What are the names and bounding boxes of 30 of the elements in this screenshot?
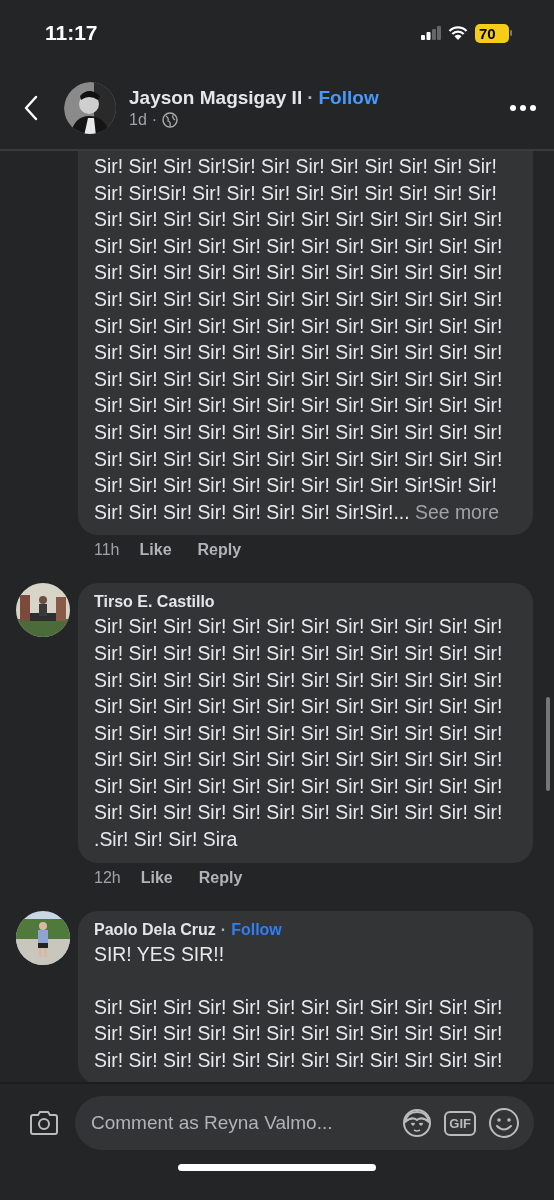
comment-time: 12h — [94, 868, 121, 887]
wifi-icon — [448, 25, 468, 41]
like-button[interactable]: Like — [139, 541, 172, 560]
globe-icon — [162, 111, 179, 128]
comment-text: Sir! Sir! Sir! Sir!Sir! Sir! Sir! Sir! Sir! Sir! Sir! Sir! Sir! Sir!Sir! Sir! Sir! Sir! Sir! Sir! Sir! Sir! Sir! Sir! Sir! Sir! Sir! Sir! Sir! Sir! Sir! Sir! Sir! Sir! Sir! Sir! Sir! Sir! Sir! Sir! Sir! Sir! Sir! Sir! Sir! Sir! Sir! Sir! Sir! Sir! Sir! Sir! Sir! Sir! Sir! Sir! Sir! Sir! Sir! Sir! Sir! Sir! Sir! Sir! Sir! Sir! Sir! Sir! Sir! Sir! Sir! Sir! Sir! Sir! Sir! Sir! Sir! Sir! Sir! Sir! Sir! Sir! Sir! Sir! Sir! Sir! Sir! Sir! Sir! Sir! Sir! Sir! Sir! Sir! Sir! Sir! Sir! Sir! Sir! Sir! Sir! Sir! Sir! Sir! Sir! Sir! Sir! Sir! Sir! Sir! Sir! Sir! Sir! Sir! Sir! Sir! Sir! Sir! Sir! Sir! Sir! Sir! Sir! Sir! Sir! Sir! Sir! Sir! Sir! Sir! Sir! Sir! Sir! Sir! Sir! Sir! Sir! Sir! Sir! Sir! Sir! Sir! Sir! Sir! Sir! Sir! Sir! Sir! Sir! Sir! Sir! Sir! Sir! Sir!Sir! Sir! Sir! Sir! Sir! Sir! Sir! Sir! Sir! Sir!Sir!... See more — [94, 154, 504, 525]
comment-text: Sir! Sir! Sir! Sir! Sir! Sir! Sir! Sir! Sir! Sir! Sir! Sir! Sir! Sir! Sir! Sir! Sir! Sir! Sir! Sir! Sir! Sir! Sir! Sir! Sir! Sir! Sir! Sir! Sir! Sir! Sir! Sir! Sir! Sir! Sir! Sir! Sir! Sir! Sir! Sir! Sir! Sir! Sir! Sir! Sir! Sir! Sir! Sir! Sir! Sir! Sir! Sir! Sir! Sir! Sir! Sir! Sir! Sir! Sir! Sir! Sir! Sir! Sir! Sir! Sir! Sir! Sir! Sir! Sir! Sir! Sir! Sir! Sir! Sir! Sir! Sir! Sir! Sir! Sir! Sir! Sir! Sir! Sir! Sir! Sir! Sir! Sir! Sir! Sir! Sir! Sir! Sir! Sir! Sir! Sir! Sir! .Sir! Sir! Sir! Sira — [94, 614, 504, 853]
separator-dot: · — [307, 86, 314, 109]
commenter-name[interactable]: Paolo Dela Cruz — [94, 920, 216, 939]
follow-link[interactable]: Follow — [318, 86, 379, 109]
commenter-name[interactable]: Tirso E. Castillo — [94, 593, 215, 612]
more-icon[interactable] — [510, 104, 536, 111]
separator-dot: · — [220, 920, 227, 939]
see-more-link[interactable]: See more — [415, 500, 500, 523]
status-time: 11:17 — [45, 21, 98, 45]
separator-dot: · — [151, 110, 158, 129]
avatar-sticker-icon[interactable] — [402, 1108, 433, 1138]
comment-time: 11h — [94, 541, 120, 560]
comment-field[interactable]: Comment as Reyna Valmo... GIF — [75, 1096, 534, 1150]
battery-icon: 70 — [475, 23, 512, 43]
reply-button[interactable]: Reply — [197, 541, 242, 560]
back-icon[interactable] — [24, 94, 38, 121]
like-button[interactable]: Like — [140, 868, 173, 887]
post-age: 1d — [129, 110, 147, 129]
author-name[interactable]: Jayson Magsigay II — [129, 86, 303, 109]
signal-icon — [421, 26, 441, 40]
comment-text: SIR! YES SIR!! Sir! Sir! Sir! Sir! Sir! Sir! Sir! Sir! Sir! Sir! Sir! Sir! Sir! Sir! Sir! Sir! Sir! Sir! Sir! Sir! Sir! Sir! Sir! Sir! Sir! Sir! Sir! Sir! Sir! Sir! Sir! Sir! Sir! Sir! Sir! Sir! — [94, 941, 504, 1074]
reply-button[interactable]: Reply — [198, 868, 243, 887]
gif-button[interactable]: GIF — [444, 1110, 476, 1136]
camera-icon[interactable] — [29, 1110, 59, 1136]
emoji-icon[interactable] — [488, 1107, 520, 1139]
